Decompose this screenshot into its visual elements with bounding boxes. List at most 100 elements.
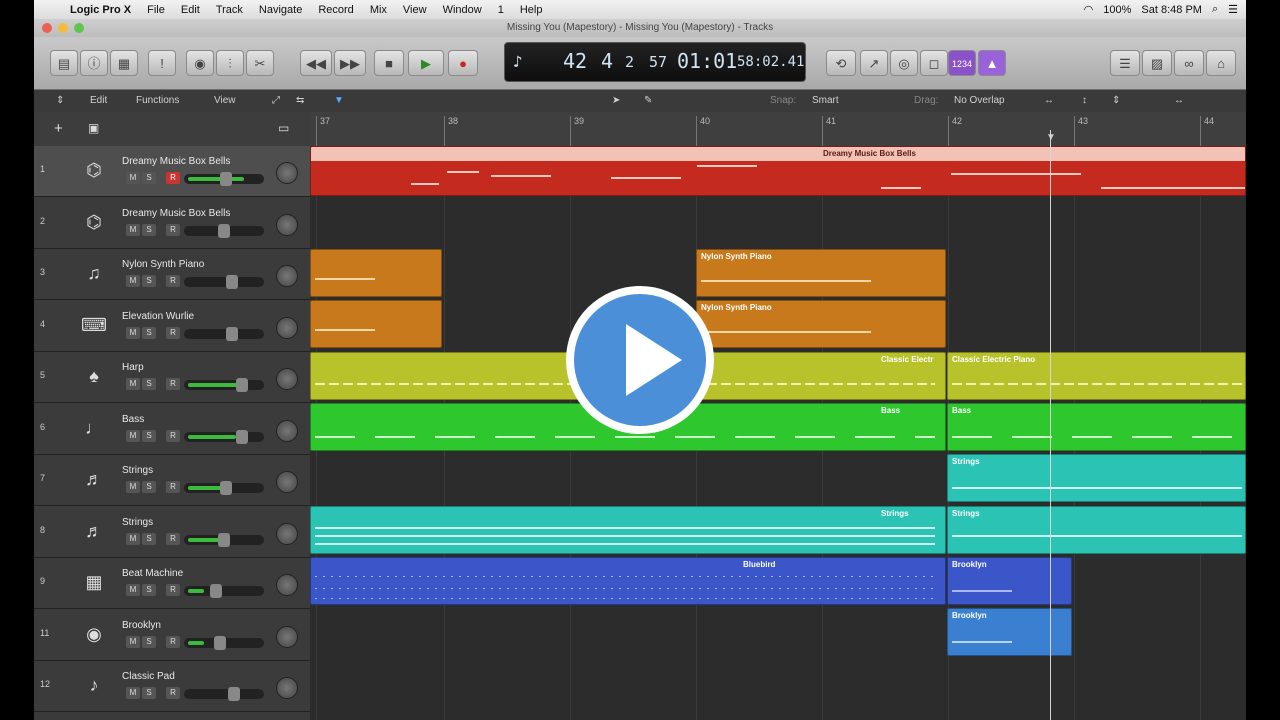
notepad-icon[interactable]: ▨	[1142, 50, 1172, 76]
solo-button[interactable]: S	[142, 172, 156, 184]
metronome-button-icon[interactable]: ▲	[978, 50, 1006, 76]
track-options-icon[interactable]: ▭	[278, 121, 289, 135]
menu-navigate[interactable]: Navigate	[251, 4, 310, 16]
track-name[interactable]: Harp	[122, 362, 144, 373]
pan-knob[interactable]	[276, 677, 298, 699]
mute-button[interactable]: M	[126, 481, 140, 493]
quick-help-icon[interactable]: !	[148, 50, 176, 76]
track-name[interactable]: Brooklyn	[122, 620, 161, 631]
drag-select[interactable]: No Overlap	[954, 95, 1005, 106]
menu-1[interactable]: 1	[490, 4, 512, 16]
solo-button[interactable]: S	[142, 429, 156, 442]
region-wurlie-2[interactable]: Nylon Synth Piano	[696, 300, 946, 348]
track-header[interactable]: 7 ♬ Strings M S R	[34, 455, 310, 506]
view-menu[interactable]: View	[214, 95, 236, 106]
record-enable-button[interactable]: R	[166, 584, 180, 596]
snap-select[interactable]: Smart	[812, 95, 839, 106]
track-header[interactable]: 12 ♪ Classic Pad M S R	[34, 661, 310, 712]
bar-ruler[interactable]: 37 38 39 40 41 42 43 44 ▼	[310, 112, 1246, 147]
menu-mix[interactable]: Mix	[362, 4, 395, 16]
menu-track[interactable]: Track	[208, 4, 251, 16]
menu-view[interactable]: View	[395, 4, 435, 16]
region-bluebird[interactable]: Bluebird	[310, 557, 946, 605]
track-name[interactable]: Bass	[122, 414, 144, 425]
pan-knob[interactable]	[276, 316, 298, 339]
region-dreamy-bells[interactable]: Dreamy Music Box Bells	[310, 146, 1246, 196]
mute-button[interactable]: M	[126, 429, 140, 442]
track-name[interactable]: Strings	[122, 465, 153, 476]
solo-button[interactable]: S	[142, 378, 156, 390]
record-enable-button[interactable]: R	[166, 687, 180, 699]
track-header[interactable]: 1 ⌬ Dreamy Music Box Bells M S R	[34, 146, 310, 197]
pan-knob[interactable]	[276, 522, 298, 545]
record-enable-button[interactable]: R	[166, 326, 180, 339]
pan-knob[interactable]	[276, 471, 298, 493]
region-strings-2[interactable]: Strings	[310, 506, 946, 554]
region-strings-1[interactable]: Strings	[947, 454, 1246, 502]
track-header[interactable]: 5 ♠ Harp M S R	[34, 352, 310, 403]
volume-slider[interactable]	[184, 481, 264, 495]
pencil-tool-icon[interactable]: ✎	[644, 95, 652, 106]
record-enable-button[interactable]: R	[166, 223, 180, 236]
menu-app[interactable]: Logic Pro X	[62, 4, 139, 16]
pan-knob[interactable]	[276, 625, 298, 648]
volume-slider[interactable]	[184, 378, 264, 392]
battery-label[interactable]: 100%	[1103, 4, 1131, 16]
solo-button[interactable]: S	[142, 687, 156, 699]
region-bass-2[interactable]: Bass	[947, 403, 1246, 451]
track-header[interactable]: 6 ♩ Bass M S R	[34, 403, 310, 455]
video-play-button[interactable]	[566, 286, 714, 434]
flex-icon[interactable]: ⇆	[296, 95, 304, 106]
solo-icon[interactable]: ◻	[920, 50, 948, 76]
mute-button[interactable]: M	[126, 584, 140, 596]
list-editors-icon[interactable]: ☰	[1110, 50, 1140, 76]
mute-button[interactable]: M	[126, 635, 140, 648]
region-epiano-2[interactable]: Classic Electric Piano	[947, 352, 1246, 400]
loop-browser-icon[interactable]: ∞	[1174, 50, 1204, 76]
mute-button[interactable]: M	[126, 532, 140, 545]
smart-controls-icon[interactable]: ◉	[186, 50, 214, 76]
volume-slider[interactable]	[184, 687, 264, 701]
record-enable-button[interactable]: R	[166, 481, 180, 493]
mute-button[interactable]: M	[126, 378, 140, 390]
record-enable-button[interactable]: R	[166, 378, 180, 390]
pan-knob[interactable]	[276, 368, 298, 390]
zoom-height-icon[interactable]: ⇕	[1112, 95, 1120, 106]
track-name[interactable]: Dreamy Music Box Bells	[122, 208, 230, 219]
zoom-horizontal-icon[interactable]: ↔	[1174, 95, 1184, 106]
stop-icon[interactable]: ■	[374, 50, 404, 76]
pan-knob[interactable]	[276, 162, 298, 184]
track-header[interactable]: 4 ⌨ Elevation Wurlie M S R	[34, 300, 310, 352]
solo-button[interactable]: S	[142, 275, 156, 287]
track-name[interactable]: Elevation Wurlie	[122, 311, 194, 322]
mute-button[interactable]: M	[126, 687, 140, 699]
menu-help[interactable]: Help	[512, 4, 551, 16]
wifi-icon[interactable]: ◠	[1084, 3, 1094, 16]
arrange-area[interactable]: Dreamy Music Box Bells Nylon Synth Piano…	[310, 146, 1246, 720]
automation-icon[interactable]: ▼	[334, 95, 344, 106]
record-enable-button[interactable]: R	[166, 275, 180, 287]
minimize-icon[interactable]	[58, 23, 68, 33]
global-tracks-icon[interactable]: ▣	[88, 121, 99, 135]
browser-icon[interactable]: ⌂	[1206, 50, 1236, 76]
track-header[interactable]: 8 ♬ Strings M S R	[34, 506, 310, 558]
record-icon[interactable]: ●	[448, 50, 478, 76]
library-icon[interactable]: ▤	[50, 50, 78, 76]
play-icon[interactable]: ▶	[408, 50, 444, 76]
editors-icon[interactable]: ✂	[246, 50, 274, 76]
track-header-toggle-icon[interactable]: ⇕	[56, 95, 64, 106]
region-brooklyn-2[interactable]: Brooklyn	[947, 608, 1072, 656]
inspector-icon[interactable]: ⓘ	[80, 50, 108, 76]
pan-knob[interactable]	[276, 265, 298, 287]
solo-button[interactable]: S	[142, 532, 156, 545]
pan-knob[interactable]	[276, 419, 298, 442]
replace-icon[interactable]: ↗	[860, 50, 888, 76]
mute-button[interactable]: M	[126, 275, 140, 287]
volume-slider[interactable]	[184, 172, 264, 186]
close-icon[interactable]	[42, 23, 52, 33]
toolbar-icon[interactable]: ▦	[110, 50, 138, 76]
region-brooklyn-1[interactable]: Brooklyn	[947, 557, 1072, 605]
region-wurlie-1[interactable]	[310, 300, 442, 348]
volume-slider[interactable]	[184, 584, 264, 598]
track-name[interactable]: Nylon Synth Piano	[122, 259, 204, 270]
